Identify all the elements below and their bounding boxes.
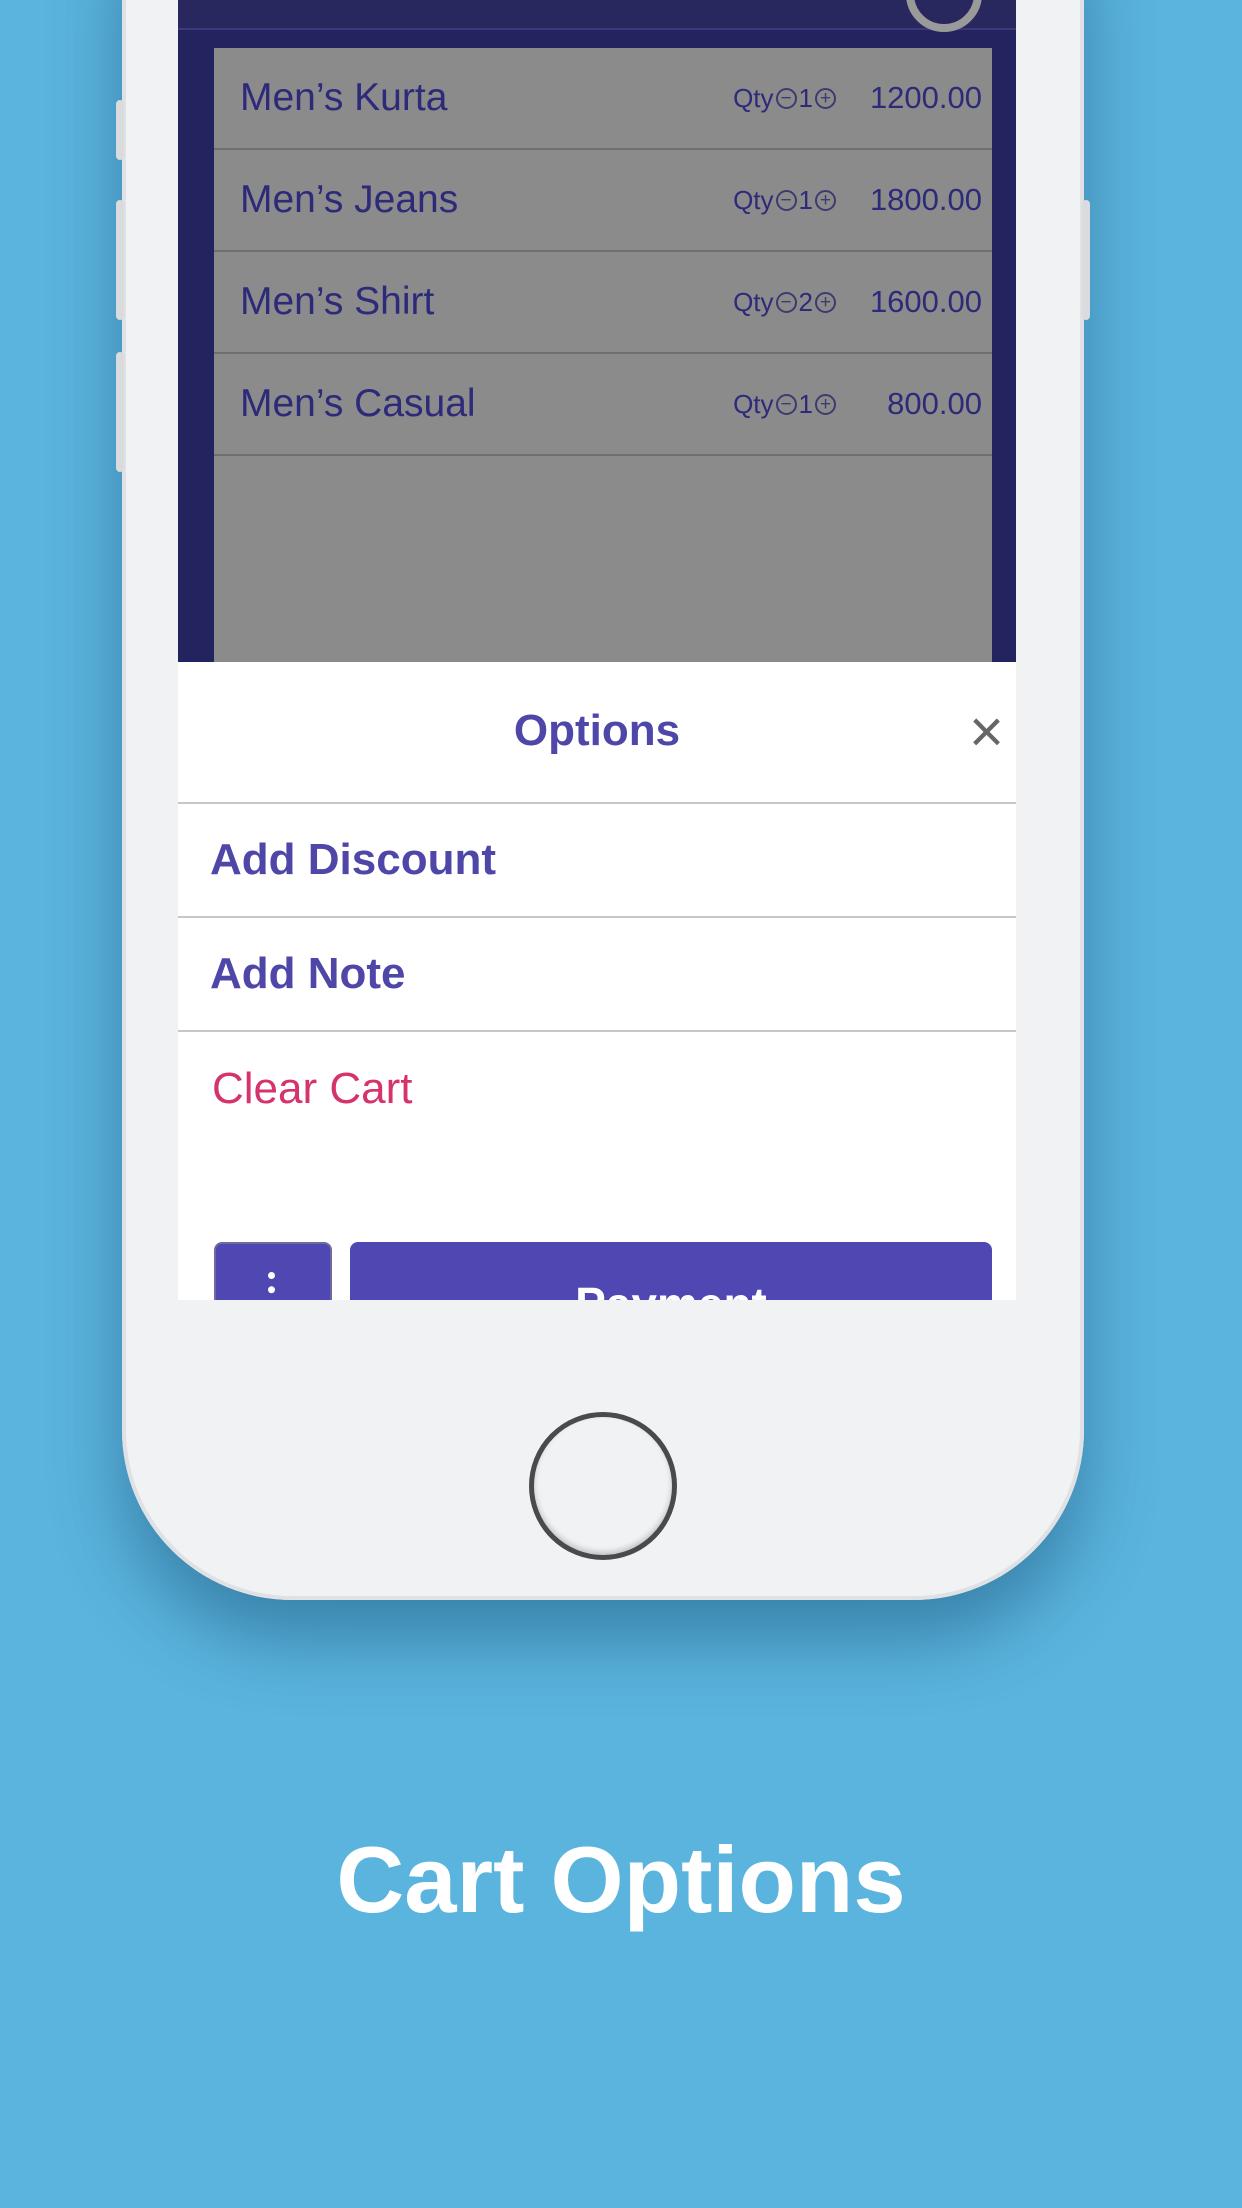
bottom-action-bar: Payment: [214, 1242, 992, 1300]
cart-item-name: Men’s Jeans: [240, 178, 459, 221]
cart-list: Men’s Kurta Qty − 1 + 1200.00 Men’s Jean…: [214, 48, 992, 748]
cart-item-qty: Qty − 1 +: [733, 185, 836, 216]
options-title: Options: [513, 706, 681, 755]
phone-frame: Men’s Kurta Qty − 1 + 1200.00 Men’s Jean…: [116, 0, 1090, 1600]
qty-value: 1: [798, 82, 813, 113]
cart-item-qty: Qty − 1 +: [733, 389, 836, 420]
plus-circle-icon[interactable]: +: [815, 393, 836, 415]
plus-circle-icon[interactable]: +: [815, 291, 836, 313]
qty-value: 2: [798, 286, 813, 317]
minus-circle-icon[interactable]: −: [775, 393, 797, 415]
payment-button[interactable]: Payment: [350, 1242, 992, 1300]
minus-circle-icon[interactable]: −: [775, 189, 797, 211]
cart-item-price: 800.00: [887, 386, 982, 421]
cart-item-name: Men’s Casual: [240, 382, 476, 425]
page-caption: Cart Options: [336, 1827, 906, 1932]
cart-item-name: Men’s Shirt: [240, 280, 435, 323]
options-header: Options ×: [178, 662, 1016, 804]
qty-value: 1: [798, 184, 813, 215]
add-note-option[interactable]: Add Note: [178, 918, 1016, 1032]
cart-item-price: 1200.00: [869, 80, 982, 115]
volume-up-button: [116, 200, 124, 320]
power-button: [1082, 200, 1090, 320]
more-options-button[interactable]: [214, 1242, 332, 1300]
minus-circle-icon[interactable]: −: [775, 291, 797, 313]
qty-label: Qty: [733, 388, 774, 419]
add-discount-option[interactable]: Add Discount: [178, 804, 1016, 918]
qty-value: 1: [798, 388, 813, 419]
vertical-dots-icon: [268, 1272, 278, 1300]
screen-header: [178, 0, 1016, 32]
qty-label: Qty: [733, 286, 774, 317]
cart-item-qty: Qty − 2 +: [733, 287, 836, 318]
cart-item-name: Men’s Kurta: [240, 76, 448, 119]
plus-circle-icon[interactable]: +: [815, 87, 836, 109]
profile-circle-icon[interactable]: [906, 0, 982, 32]
cart-item[interactable]: Men’s Shirt Qty − 2 + 1600.00: [214, 252, 992, 354]
close-icon[interactable]: ×: [969, 702, 1004, 762]
phone-screen: Men’s Kurta Qty − 1 + 1200.00 Men’s Jean…: [178, 0, 1016, 1300]
cart-item-qty: Qty − 1 +: [733, 83, 836, 114]
cart-item-price: 1600.00: [869, 284, 982, 319]
cart-item[interactable]: Men’s Casual Qty − 1 + 800.00: [214, 354, 992, 456]
silent-switch: [116, 100, 124, 160]
qty-label: Qty: [733, 184, 774, 215]
cart-item[interactable]: Men’s Jeans Qty − 1 + 1800.00: [214, 150, 992, 252]
cart-item[interactable]: Men’s Kurta Qty − 1 + 1200.00: [214, 48, 992, 150]
home-button[interactable]: [529, 1412, 677, 1560]
clear-cart-option[interactable]: Clear Cart: [178, 1032, 1016, 1146]
qty-label: Qty: [733, 82, 774, 113]
volume-down-button: [116, 352, 124, 472]
plus-circle-icon[interactable]: +: [815, 189, 836, 211]
options-sheet: Options × Add Discount Add Note Clear Ca…: [178, 662, 1016, 1300]
cart-item-price: 1800.00: [869, 182, 982, 217]
minus-circle-icon[interactable]: −: [775, 87, 797, 109]
